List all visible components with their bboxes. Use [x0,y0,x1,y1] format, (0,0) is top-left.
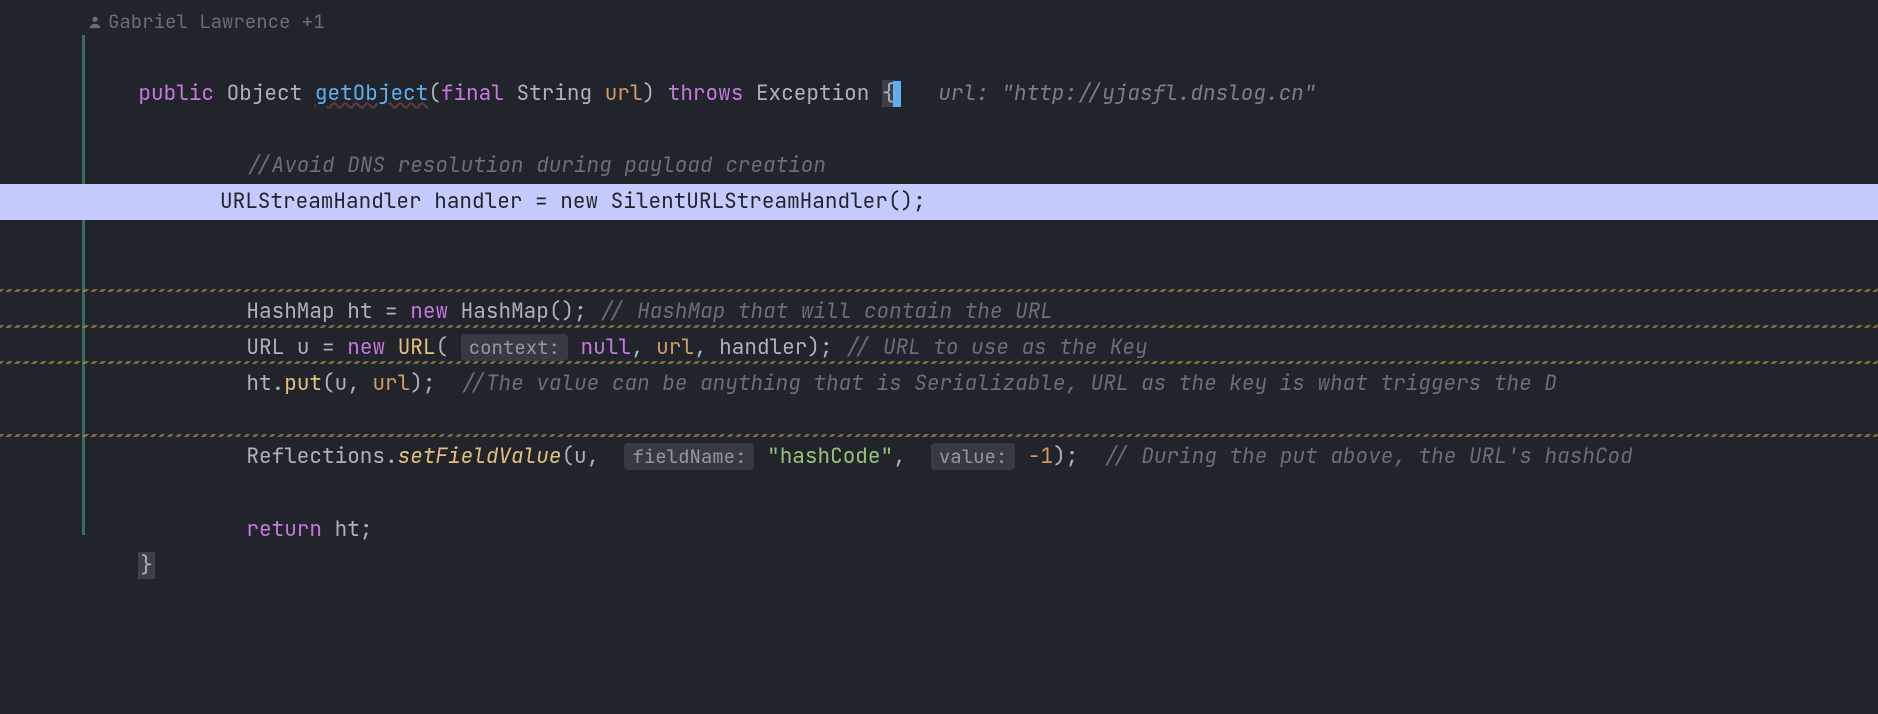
param-url: url [605,80,643,107]
keyword-public: public [138,80,214,107]
ctor-silent: SilentURLStreamHandler [611,188,888,215]
obj-ht: ht [246,370,271,397]
author-name: Gabriel Lawrence +1 [108,4,325,40]
warning-underline [0,361,1878,364]
type-urlstreamhandler: URLStreamHandler [220,188,422,215]
string-hashcode: "hashCode" [767,443,893,470]
arg-u: u [574,443,587,470]
author-annotation[interactable]: Gabriel Lawrence +1 [88,4,325,40]
inlay-hint-value: value: [931,443,1015,470]
keyword-throws: throws [668,80,744,107]
code-line-close-brace[interactable]: } [0,512,1878,620]
highlighted-line[interactable]: URLStreamHandler handler = new SilentURL… [0,184,1878,220]
warning-underline [0,325,1878,328]
type-string: String [516,80,592,107]
num-minus1: -1 [1028,443,1053,470]
person-icon [88,15,102,29]
code-editor[interactable]: Gabriel Lawrence +1 public Object getObj… [0,0,1878,714]
type-exception: Exception [756,80,869,107]
warning-underline [0,434,1878,437]
method-put: put [284,370,322,397]
class-reflections: Reflections [246,443,385,470]
warning-underline [0,289,1878,292]
comment-text: // During the put above, the URL's hashC… [1104,443,1633,470]
method-name: getObject [315,80,428,107]
text-cursor [893,81,901,107]
brace-close: } [138,552,155,579]
comment-text: //The value can be anything that is Seri… [461,370,1557,397]
inlay-hint-url: url: "http://yjasfl.dnslog.cn" [938,80,1316,107]
keyword-new: new [560,188,598,215]
inlay-hint-fieldname: fieldName: [624,443,754,470]
type-object: Object [227,80,303,107]
arg-url: url [372,370,410,397]
keyword-final: final [441,80,504,107]
local-var-handler: handler [434,188,522,215]
method-setfieldvalue: setFieldValue [398,443,562,470]
arg-u: u [335,370,348,397]
